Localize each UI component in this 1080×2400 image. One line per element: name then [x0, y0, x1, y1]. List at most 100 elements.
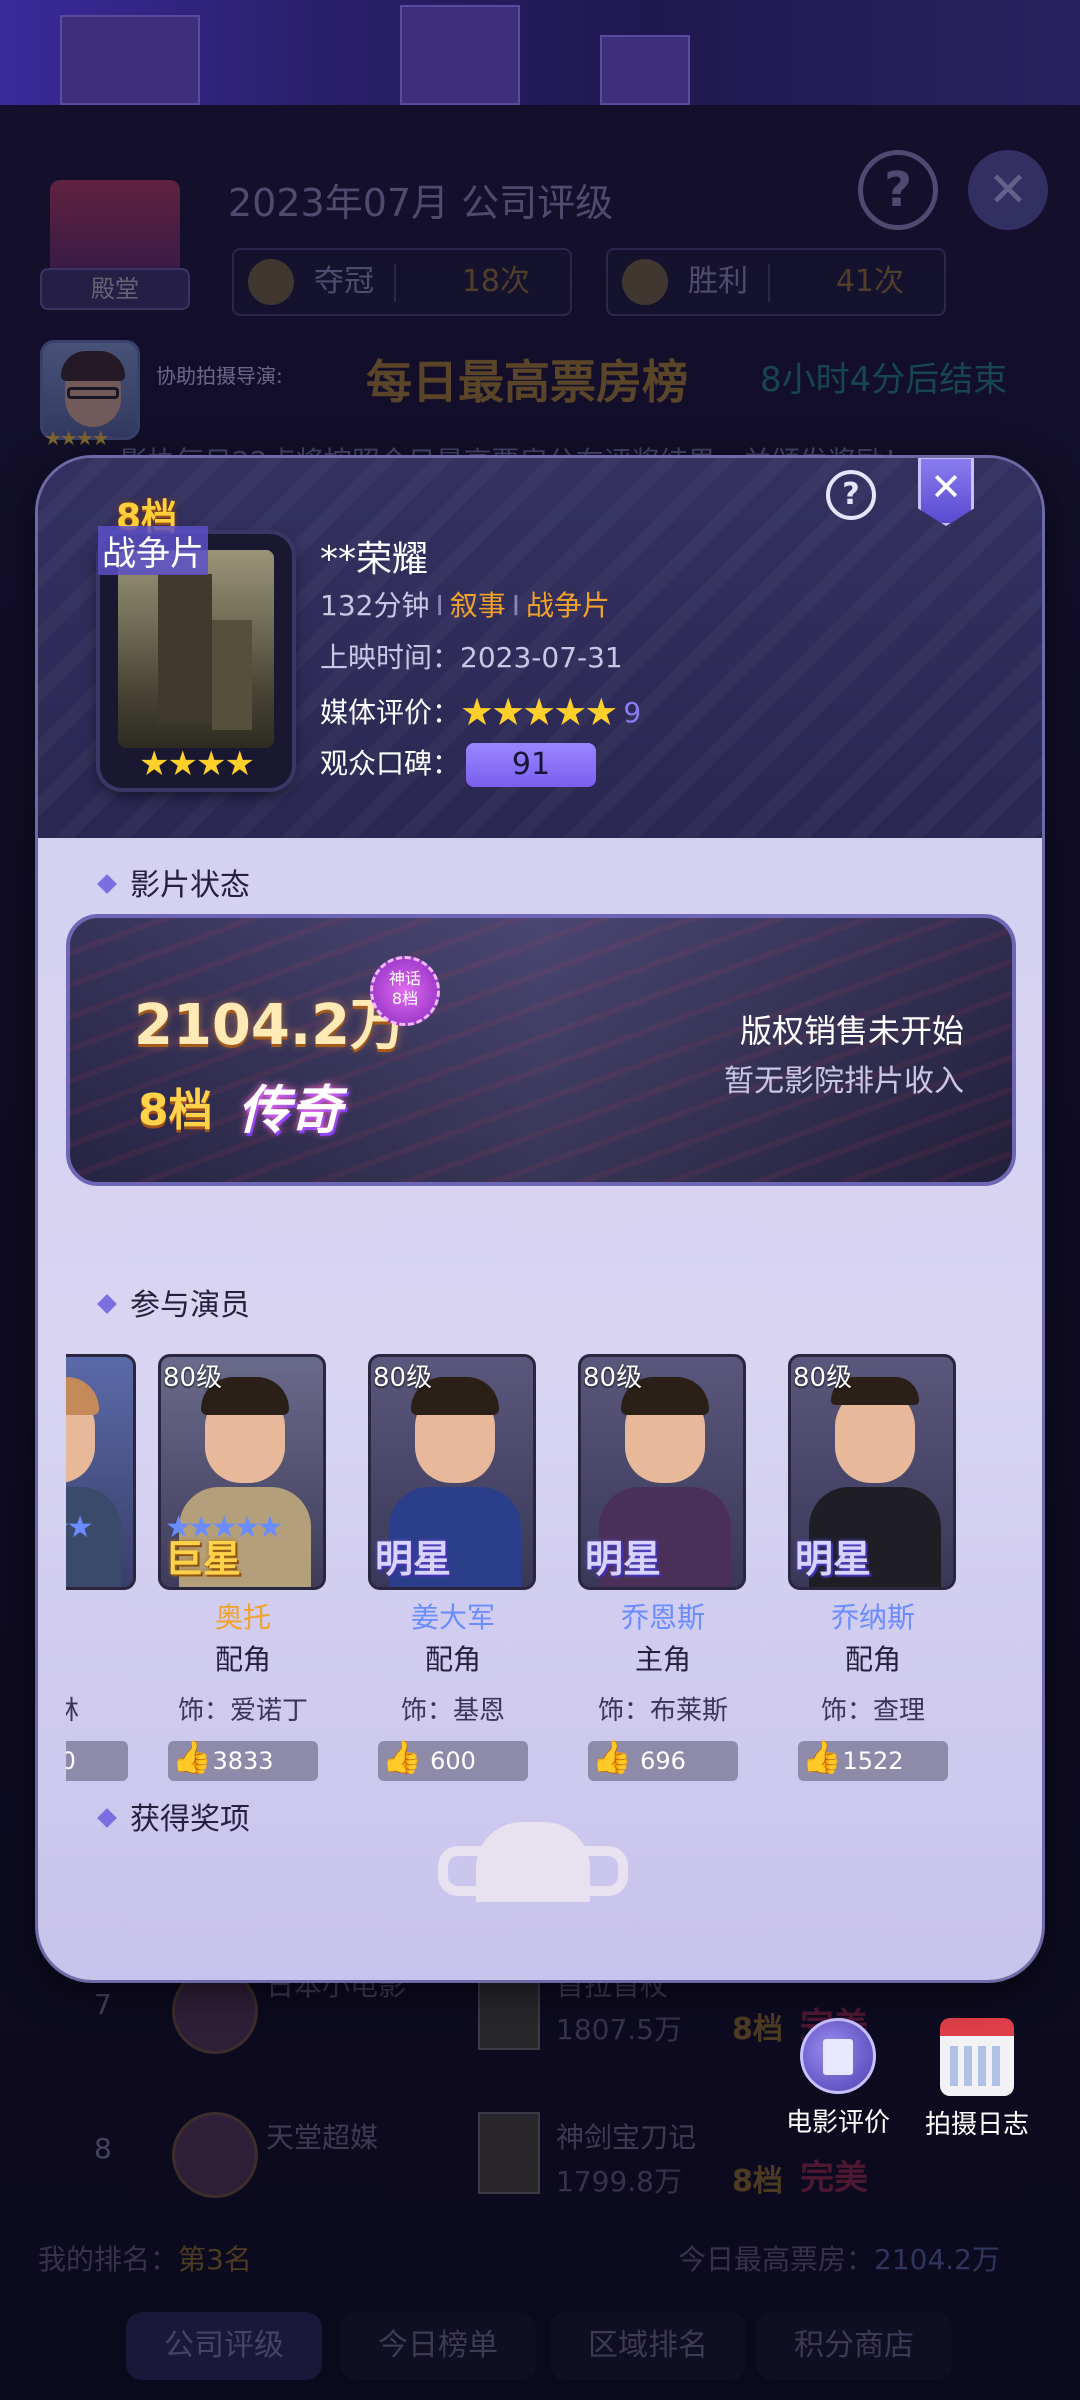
assist-director-label: 协助拍摄导演:: [156, 364, 283, 388]
film-detail-modal: ? ✕ ★★★★ 8档 战争片 **荣耀 132分钟 I 叙事 I 战争片 上映时间：2…: [38, 458, 1042, 1980]
thumbs-up-icon: 👍: [592, 1738, 632, 1776]
crown-icon: [248, 259, 294, 305]
actor-card[interactable]: ★★★★★ 宇 角 斗林 👍740: [66, 1354, 138, 1781]
actor-role: 角: [66, 1638, 138, 1678]
review-pen-icon: [800, 2018, 876, 2094]
tab-company-rating[interactable]: 公司评级: [126, 2312, 322, 2380]
actor-character: 饰：爱诺丁: [177, 1696, 308, 1726]
film-genre: 战争片: [526, 589, 611, 622]
company-avatar: [172, 2112, 258, 2198]
actor-level: 80级: [373, 1363, 433, 1393]
actor-portrait: ★★★★★: [66, 1354, 136, 1590]
trophy-handle: [582, 1846, 628, 1896]
like-counter[interactable]: 👍 3833: [168, 1738, 318, 1781]
box-office: 1807.5万: [556, 2013, 682, 2046]
audience-label: 观众口碑：: [320, 747, 461, 780]
help-icon[interactable]: ?: [826, 470, 876, 520]
actor-card[interactable]: 80级 明星 乔纳斯 配角 饰：查理 👍 1522: [788, 1354, 958, 1781]
tab-region-rank[interactable]: 区域排名: [550, 2312, 746, 2380]
company-name: 天堂超媒: [266, 2121, 379, 2154]
level: 完美: [800, 2158, 868, 2198]
movie-review-button[interactable]: 电影评价: [780, 2018, 896, 2139]
close-icon[interactable]: ✕: [968, 150, 1048, 230]
avatar-stars: ★★★★: [44, 426, 110, 450]
actor-hair: [66, 1377, 99, 1415]
actor-name: 奥托: [214, 1601, 271, 1634]
ranking-row[interactable]: 8 天堂超媒 神剑宝刀记 1799.8万 8档 完美: [0, 2112, 1080, 2222]
actor-rank: 明星: [795, 1537, 872, 1581]
hall-button[interactable]: 殿堂: [40, 180, 190, 310]
actor-role: 配角: [214, 1643, 271, 1676]
movie-review-label: 电影评价: [785, 2108, 890, 2138]
rank-number: 7: [94, 1988, 112, 2021]
actor-portrait: 80级 ★★★★★ 巨星: [158, 1354, 326, 1590]
trophy-cup: [476, 1822, 590, 1902]
building-shape: [600, 35, 690, 105]
actor-role: 配角: [424, 1643, 481, 1676]
actor-rank: 巨星: [165, 1537, 242, 1581]
actor-character: 斗林: [66, 1690, 138, 1727]
actor-list[interactable]: ★★★★★ 宇 角 斗林 👍740 80级 ★★★★★ 巨星 奥托 配角 饰：爱…: [66, 1354, 1016, 1784]
my-rank: 我的排名：第3名: [38, 2238, 252, 2278]
actor-name: 乔恩斯: [620, 1601, 705, 1634]
box-office: 1799.8万: [556, 2165, 682, 2198]
tab-daily-list[interactable]: 今日榜单: [340, 2312, 536, 2380]
shooting-log-button[interactable]: 拍摄日志: [922, 2018, 1032, 2141]
my-rank-value: 第3名: [178, 2243, 252, 2276]
myth-badge-label: 神话: [388, 969, 421, 988]
thumbs-up-icon: 👍: [382, 1738, 422, 1776]
actor-name: 姜大军: [410, 1601, 495, 1634]
film-poster-thumb: [478, 1968, 540, 2050]
thumbs-up-icon: 👍: [802, 1738, 842, 1776]
stat-value: 18次: [461, 264, 530, 299]
film-meta: 132分钟 I 叙事 I 战争片: [320, 589, 611, 622]
poster-building-shape: [158, 574, 212, 724]
myth-badge-icon: 神话 8档: [370, 956, 440, 1026]
building-shape: [60, 15, 200, 105]
today-highest: 今日最高票房：2104.2万: [678, 2238, 1000, 2278]
actor-name: 宇: [66, 1596, 138, 1636]
audience-score: 91: [466, 743, 597, 787]
like-counter[interactable]: 👍 696: [588, 1738, 738, 1781]
cinema-status: 暂无影院排片收入: [724, 1064, 964, 1099]
director-avatar[interactable]: [40, 340, 140, 440]
box-office-amount: 2104.2万: [134, 993, 407, 1058]
like-counter[interactable]: 👍 600: [378, 1738, 528, 1781]
poster-image: [118, 550, 274, 748]
status-section-title: 影片状态: [97, 860, 250, 904]
actor-level: 80级: [793, 1363, 853, 1393]
actor-role: 配角: [844, 1643, 901, 1676]
my-rank-label: 我的排名：: [38, 2243, 179, 2276]
today-high-value: 2104.2万: [874, 2243, 1000, 2276]
actor-portrait: 80级 明星: [368, 1354, 536, 1590]
ranking-row[interactable]: 7 日本小电影 首拉首杖 1807.5万 8档 完美: [0, 1968, 1080, 2078]
like-counter[interactable]: 👍 1522: [798, 1738, 948, 1781]
stat-champion: 夺冠 18次: [232, 248, 572, 316]
actor-card[interactable]: 80级 明星 乔恩斯 主角 饰：布莱斯 👍 696: [578, 1354, 748, 1781]
board-timer: 8小时4分后结束: [760, 360, 1008, 400]
actor-portrait: 80级 明星: [578, 1354, 746, 1590]
actor-portrait: 80级 明星: [788, 1354, 956, 1590]
today-high-label: 今日最高票房：: [678, 2243, 875, 2276]
audience-rating: 观众口碑： 91: [320, 742, 597, 787]
actor-character: 饰：基恩: [400, 1696, 505, 1726]
grade: 8档: [732, 2012, 783, 2047]
page-title: 2023年07月 公司评级: [228, 181, 614, 225]
actor-card[interactable]: 80级 ★★★★★ 巨星 奥托 配角 饰：爱诺丁 👍 3833: [158, 1354, 328, 1781]
bottom-tab-bar: 公司评级 今日榜单 区域排名 积分商店: [0, 2300, 1080, 2400]
hall-label: 殿堂: [40, 268, 190, 310]
help-icon[interactable]: ?: [858, 150, 938, 230]
film-poster-thumb: [478, 2112, 540, 2194]
release-info: 上映时间：2023-07-31: [320, 636, 623, 676]
hall-building-icon: [50, 180, 180, 270]
stat-label: 胜利: [688, 264, 748, 299]
like-counter[interactable]: 👍740: [66, 1741, 128, 1781]
actor-level: 80级: [163, 1363, 223, 1393]
actor-card[interactable]: 80级 明星 姜大军 配角 饰：基恩 👍 600: [368, 1354, 538, 1781]
tab-points-shop[interactable]: 积分商店: [756, 2312, 952, 2380]
avatar-glasses: [67, 387, 119, 399]
card-grade: 8档: [138, 1085, 213, 1136]
film-duration: 132分钟: [320, 589, 430, 622]
shooting-log-label: 拍摄日志: [924, 2110, 1029, 2140]
diamond-icon: [97, 874, 117, 894]
